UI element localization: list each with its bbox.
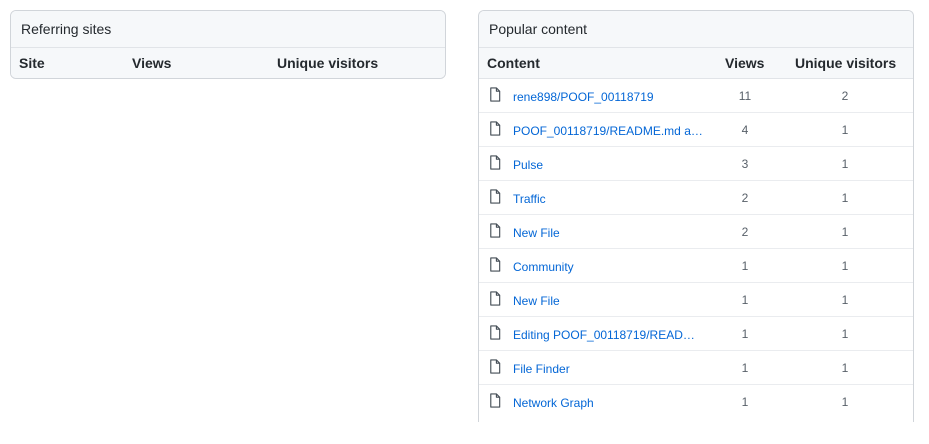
views-count: 1	[741, 327, 749, 341]
views-count: 3	[741, 157, 749, 171]
content-link[interactable]: Pulse	[513, 158, 543, 172]
unique-visitors-count: 2	[841, 89, 849, 103]
content-link[interactable]: Community	[513, 260, 574, 274]
popular-content-list: rene898/POOF_00118719 11 2 POOF_00118719/RE…	[479, 79, 913, 419]
popular-content-column-headers: Content Views Unique visitors	[479, 48, 913, 79]
file-icon	[489, 223, 501, 238]
unique-visitors-count: 1	[841, 327, 849, 341]
column-header-views: Views	[725, 55, 765, 71]
unique-visitors-count: 1	[841, 123, 849, 137]
table-row: New File 1 1	[479, 283, 913, 317]
unique-visitors-count: 1	[841, 157, 849, 171]
file-icon	[489, 121, 501, 136]
file-icon	[489, 87, 501, 102]
unique-visitors-count: 1	[841, 191, 849, 205]
column-header-site: Site	[19, 55, 45, 71]
table-row: Community 1 1	[479, 249, 913, 283]
file-icon	[489, 325, 501, 340]
views-count: 1	[741, 361, 749, 375]
views-count: 2	[741, 225, 749, 239]
file-icon	[489, 155, 501, 170]
table-row: Network Graph 1 1	[479, 385, 913, 419]
column-header-content: Content	[487, 55, 540, 71]
unique-visitors-count: 1	[841, 361, 849, 375]
content-link[interactable]: File Finder	[513, 362, 570, 376]
content-link[interactable]: New File	[513, 226, 560, 240]
content-link[interactable]: Traffic	[513, 192, 546, 206]
table-row: Pulse 3 1	[479, 147, 913, 181]
table-row: Traffic 2 1	[479, 181, 913, 215]
file-icon	[489, 393, 501, 408]
unique-visitors-count: 1	[841, 225, 849, 239]
views-count: 1	[741, 293, 749, 307]
file-icon	[489, 257, 501, 272]
referring-sites-title: Referring sites	[11, 11, 445, 48]
column-header-unique-visitors: Unique visitors	[277, 55, 379, 71]
referring-sites-panel: Referring sites Site Views Unique visito…	[10, 10, 446, 79]
unique-visitors-count: 1	[841, 395, 849, 409]
file-icon	[489, 291, 501, 306]
table-row: POOF_00118719/README.md at ... 4 1	[479, 113, 913, 147]
table-row: rene898/POOF_00118719 11 2	[479, 79, 913, 113]
file-icon	[489, 359, 501, 374]
table-row: New File 2 1	[479, 215, 913, 249]
referring-sites-column-headers: Site Views Unique visitors	[11, 48, 445, 78]
column-header-views: Views	[132, 55, 172, 71]
content-link[interactable]: New File	[513, 294, 560, 308]
content-link[interactable]: POOF_00118719/README.md at ...	[513, 124, 703, 138]
file-icon	[489, 189, 501, 204]
views-count: 1	[741, 395, 749, 409]
content-link[interactable]: Network Graph	[513, 396, 594, 410]
views-count: 4	[741, 123, 749, 137]
content-link[interactable]: Editing POOF_00118719/README....	[513, 328, 703, 342]
unique-visitors-count: 1	[841, 259, 849, 273]
table-row: Editing POOF_00118719/README.... 1 1	[479, 317, 913, 351]
unique-visitors-count: 1	[841, 293, 849, 307]
popular-content-title: Popular content	[479, 11, 913, 48]
views-count: 11	[738, 89, 752, 103]
table-row: File Finder 1 1	[479, 351, 913, 385]
views-count: 2	[741, 191, 749, 205]
column-header-unique-visitors: Unique visitors	[795, 55, 897, 71]
views-count: 1	[741, 259, 749, 273]
content-link[interactable]: rene898/POOF_00118719	[513, 90, 654, 104]
popular-content-panel: Popular content Content Views Unique vis…	[478, 10, 914, 422]
